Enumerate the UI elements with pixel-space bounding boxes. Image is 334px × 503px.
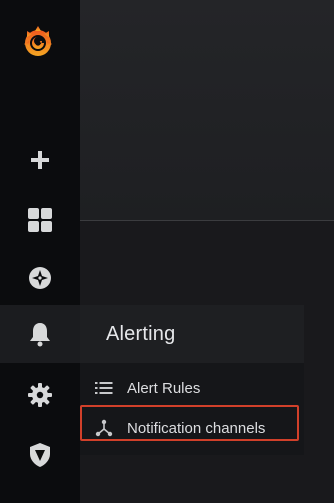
share-nodes-icon (95, 419, 113, 437)
menu-item-alert-rules[interactable]: Alert Rules (80, 369, 304, 407)
list-icon (95, 379, 113, 397)
dashboard-panel-area (80, 0, 334, 221)
dashboards-grid-icon[interactable] (20, 200, 60, 240)
menu-item-label: Alert Rules (127, 379, 201, 397)
flyout-header[interactable]: Alerting (80, 305, 304, 363)
flyout-title: Alerting (106, 322, 176, 345)
gear-icon[interactable] (20, 375, 60, 415)
bell-icon[interactable] (0, 305, 80, 363)
grafana-logo-icon[interactable] (18, 22, 58, 62)
menu-item-label: Notification channels (127, 419, 266, 437)
grafana-page: Alerting Alert Rules Notification channe… (0, 0, 334, 503)
sidebar (0, 0, 80, 503)
compass-icon[interactable] (20, 258, 60, 298)
menu-item-notification-channels[interactable]: Notification channels (80, 409, 304, 447)
shield-icon[interactable] (20, 435, 60, 475)
plus-icon[interactable] (20, 140, 60, 180)
alerting-flyout-menu: Alerting Alert Rules Notification channe… (80, 305, 304, 455)
